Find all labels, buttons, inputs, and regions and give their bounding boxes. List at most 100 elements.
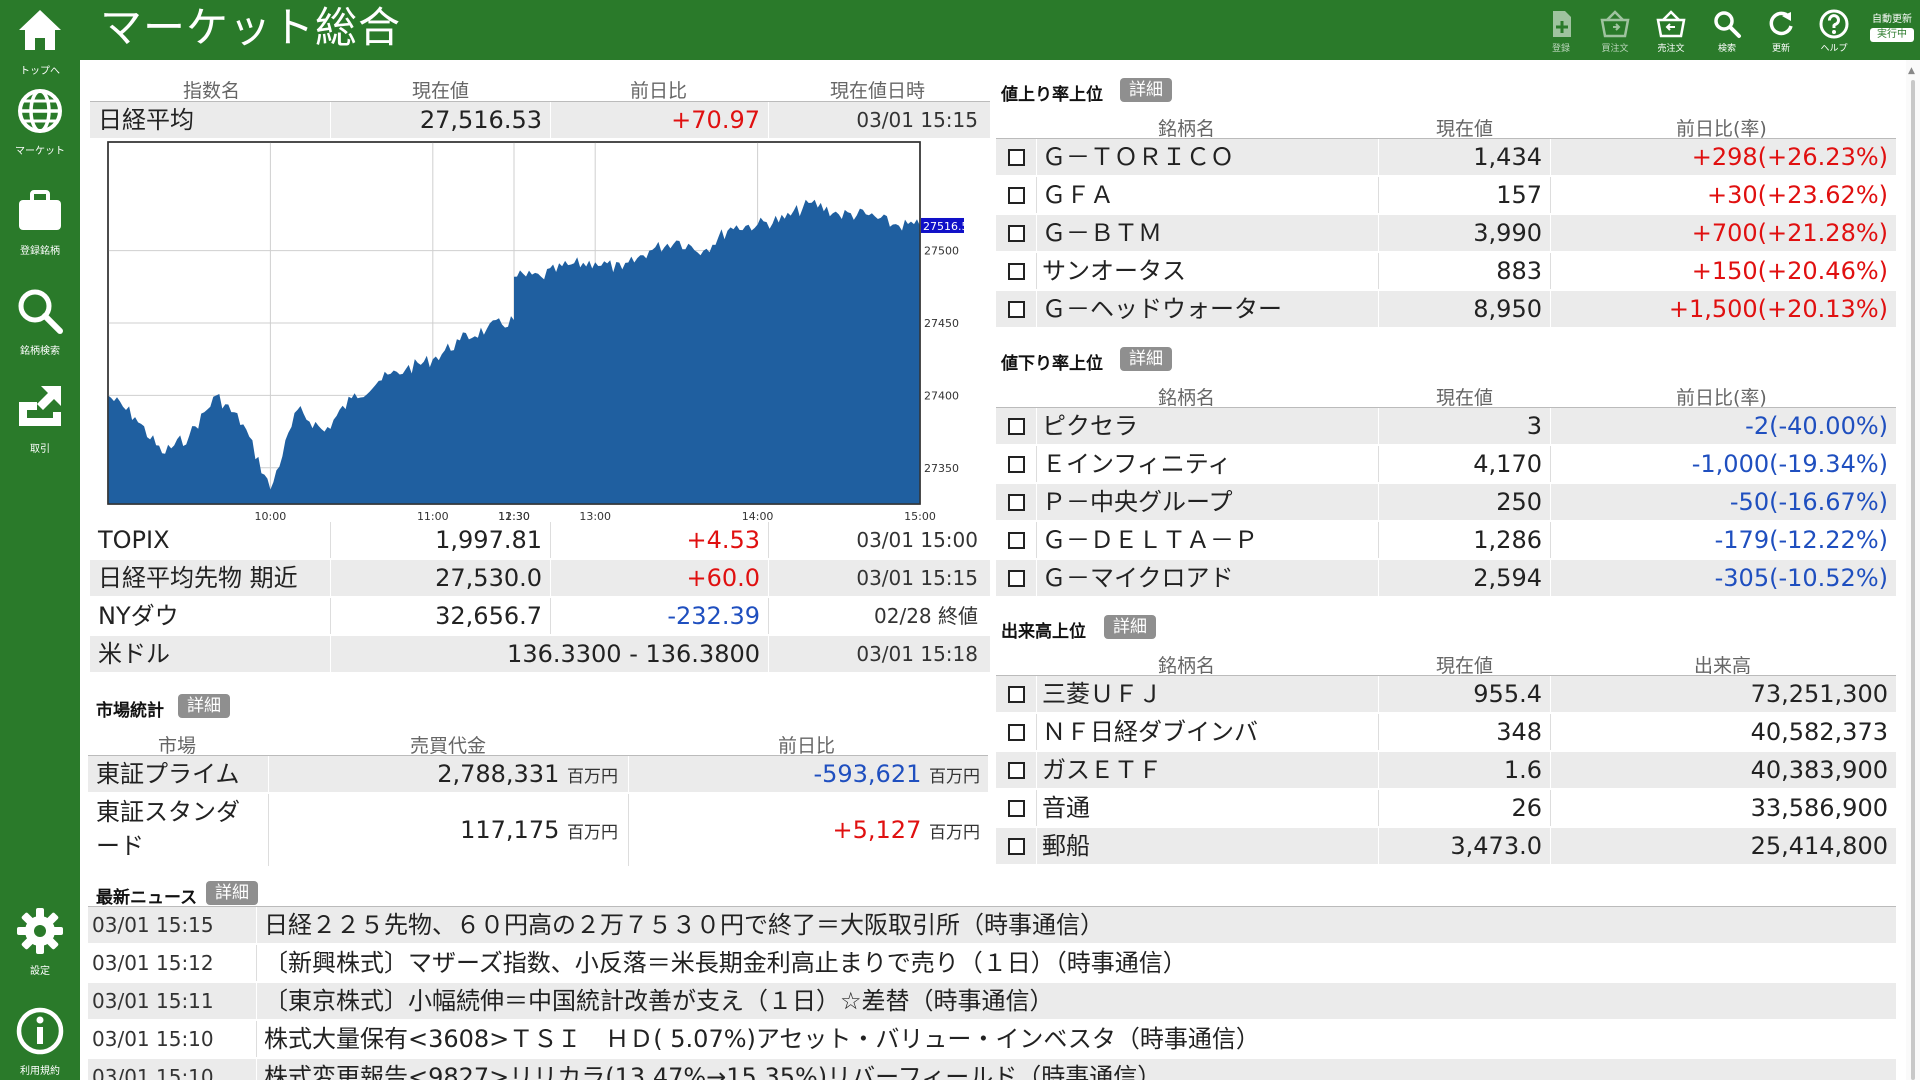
row-checkbox[interactable] [1008, 686, 1025, 703]
volume-row[interactable]: ガスＥＴＦ 1.6 40,383,900 [996, 752, 1896, 788]
stock-price: 3,990 [1473, 219, 1542, 247]
news-time: 03/01 15:11 [92, 989, 214, 1013]
index-row-topix[interactable]: TOPIX 1,997.81 +4.53 03/01 15:00 [90, 522, 990, 558]
news-item[interactable]: 03/01 15:10 株式大量保有<3608>ＴＳＩ ＨＤ( 5.07%)アセ… [88, 1021, 1896, 1057]
losers-row[interactable]: Ｇ－ＤＥＬＴＡ－Ｐ 1,286 -179(-12.22%) [996, 522, 1896, 558]
help-button[interactable]: ヘルプ [1811, 8, 1857, 56]
sidebar-item-market[interactable]: マーケット [0, 80, 80, 170]
col-head-stock: 銘柄名 [1158, 387, 1216, 409]
col-head-index-name: 指数名 [183, 80, 241, 102]
sidebar-item-search[interactable]: 銘柄検索 [0, 280, 80, 370]
market-change-unit: 百万円 [929, 767, 980, 787]
volume-row[interactable]: 郵船 3,473.0 25,414,800 [996, 828, 1896, 864]
market-row-prime[interactable]: 東証プライム 2,788,331 百万円 -593,621 百万円 [88, 756, 988, 792]
volume-row[interactable]: ＮＦ日経ダブインバ 348 40,582,373 [996, 714, 1896, 750]
volume-row[interactable]: 三菱ＵＦＪ 955.4 73,251,300 [996, 676, 1896, 712]
news-item[interactable]: 03/01 15:15 日経２２５先物、６０円高の２万７５３０円で終了＝大阪取引… [88, 907, 1896, 943]
stock-change: +150(+20.46%) [1691, 257, 1888, 285]
news-title: 最新ニュース [96, 888, 198, 908]
news-item[interactable]: 03/01 15:11 〔東京株式〕小幅続伸＝中国統計改善が支え（１日）☆差替（… [88, 983, 1896, 1019]
stock-name: サンオータス [1042, 257, 1186, 285]
gainers-row[interactable]: Ｇ－ヘッドウォーター 8,950 +1,500(+20.13%) [996, 291, 1896, 327]
row-checkbox[interactable] [1008, 263, 1025, 280]
search-icon [18, 289, 63, 334]
volume-row[interactable]: 音通 26 33,586,900 [996, 790, 1896, 826]
index-name: 米ドル [98, 640, 170, 668]
trade-icon [19, 386, 61, 426]
chart-x-tick-label: 12:30 [498, 510, 530, 522]
news-detail-button[interactable]: 詳細 [206, 881, 258, 905]
sidebar-item-label: 登録銘柄 [20, 246, 60, 257]
refresh-icon [1769, 11, 1793, 36]
row-checkbox[interactable] [1008, 418, 1025, 435]
cart-in-icon [1600, 10, 1630, 38]
scrollbar[interactable]: ▲ [1906, 60, 1920, 1080]
stock-name: Ｇ－ＴＯＲＩＣＯ [1042, 143, 1234, 171]
row-checkbox[interactable] [1008, 149, 1025, 166]
row-checkbox[interactable] [1008, 762, 1025, 779]
gainers-detail-button[interactable]: 詳細 [1120, 78, 1172, 102]
index-row-nikkei[interactable]: 日経平均 27,516.53 +70.97 03/01 15:15 [90, 102, 990, 138]
sell-order-button[interactable]: 売注文 [1648, 8, 1694, 56]
row-checkbox[interactable] [1008, 456, 1025, 473]
losers-row[interactable]: Ｐ－中央グループ 250 -50(-16.67%) [996, 484, 1896, 520]
market-name-line2: ード [96, 832, 144, 860]
sidebar-item-trade[interactable]: 取引 [0, 378, 80, 468]
refresh-button[interactable]: 更新 [1758, 8, 1804, 56]
register-label: 登録 [1551, 44, 1570, 54]
index-row-usd[interactable]: 米ドル 136.3300 - 136.3800 03/01 15:18 [90, 636, 990, 672]
sidebar-item-terms[interactable]: 利用規約 [0, 1000, 80, 1080]
gainers-row[interactable]: Ｇ－ＴＯＲＩＣＯ 1,434 +298(+26.23%) [996, 139, 1896, 175]
stock-volume: 73,251,300 [1750, 680, 1888, 708]
market-stats-detail-button[interactable]: 詳細 [178, 694, 230, 718]
stock-name: Ｅインフィニティ [1042, 450, 1232, 478]
row-checkbox[interactable] [1008, 187, 1025, 204]
gainers-row[interactable]: サンオータス 883 +150(+20.46%) [996, 253, 1896, 289]
volume-detail-button[interactable]: 詳細 [1104, 615, 1156, 639]
index-value: 27,530.0 [435, 564, 542, 592]
index-change: +4.53 [686, 526, 760, 554]
index-row-futures[interactable]: 日経平均先物 期近 27,530.0 +60.0 03/01 15:15 [90, 560, 990, 596]
auto-refresh-toggle[interactable]: 自動更新 実行中 [1870, 14, 1914, 42]
sidebar-item-top[interactable]: トップへ [0, 0, 80, 90]
stock-price: 157 [1496, 181, 1542, 209]
losers-row[interactable]: ピクセラ 3 -2(-40.00%) [996, 408, 1896, 444]
sidebar-item-settings[interactable]: 設定 [0, 900, 80, 990]
market-amount: 117,175 [460, 816, 560, 844]
stock-price: 1.6 [1503, 756, 1542, 784]
chart-x-tick-label: 11:00 [417, 510, 449, 522]
stock-volume: 25,414,800 [1750, 832, 1888, 860]
news-item[interactable]: 03/01 15:12 〔新興株式〕マザーズ指数、小反落＝米長期金利高止まりで売… [88, 945, 1896, 981]
market-row-standard[interactable]: 東証スタンダ ード 117,175 百万円 +5,127 百万円 [88, 794, 988, 866]
row-checkbox[interactable] [1008, 225, 1025, 242]
stock-price: 2,594 [1473, 564, 1542, 592]
news-item[interactable]: 03/01 15:10 株式変更報告<9827>リリカラ(13.47%→15.3… [88, 1059, 1896, 1080]
row-checkbox[interactable] [1008, 838, 1025, 855]
search-button[interactable]: 検索 [1704, 8, 1750, 56]
row-checkbox[interactable] [1008, 800, 1025, 817]
losers-row[interactable]: Ｅインフィニティ 4,170 -1,000(-19.34%) [996, 446, 1896, 482]
sidebar-item-registered[interactable]: 登録銘柄 [0, 180, 80, 270]
losers-row[interactable]: Ｇ－マイクロアド 2,594 -305(-10.52%) [996, 560, 1896, 596]
news-headline: 〔東京株式〕小幅続伸＝中国統計改善が支え（１日）☆差替（時事通信） [264, 987, 1054, 1015]
index-row-nydow[interactable]: NYダウ 32,656.7 -232.39 02/28 終値 [90, 598, 990, 634]
gainers-row[interactable]: Ｇ－ＢＴＭ 3,990 +700(+21.28%) [996, 215, 1896, 251]
sell-order-label: 売注文 [1657, 44, 1685, 54]
index-time: 03/01 15:18 [856, 642, 978, 666]
gainers-row[interactable]: ＧＦＡ 157 +30(+23.62%) [996, 177, 1896, 213]
row-checkbox[interactable] [1008, 532, 1025, 549]
row-checkbox[interactable] [1008, 301, 1025, 318]
news-time: 03/01 15:10 [92, 1065, 214, 1080]
stock-change: -1,000(-19.34%) [1691, 450, 1888, 478]
register-button[interactable]: 登録 [1538, 8, 1584, 56]
col-head-change-rate: 前日比(率) [1676, 387, 1767, 409]
chart-y-tick-label: 27500 [924, 245, 959, 258]
buy-order-button[interactable]: 買注文 [1592, 8, 1638, 56]
row-checkbox[interactable] [1008, 724, 1025, 741]
stock-change: +1,500(+20.13%) [1668, 295, 1888, 323]
index-name: TOPIX [98, 526, 170, 554]
news-time: 03/01 15:12 [92, 951, 214, 975]
row-checkbox[interactable] [1008, 494, 1025, 511]
losers-detail-button[interactable]: 詳細 [1120, 347, 1172, 371]
row-checkbox[interactable] [1008, 570, 1025, 587]
